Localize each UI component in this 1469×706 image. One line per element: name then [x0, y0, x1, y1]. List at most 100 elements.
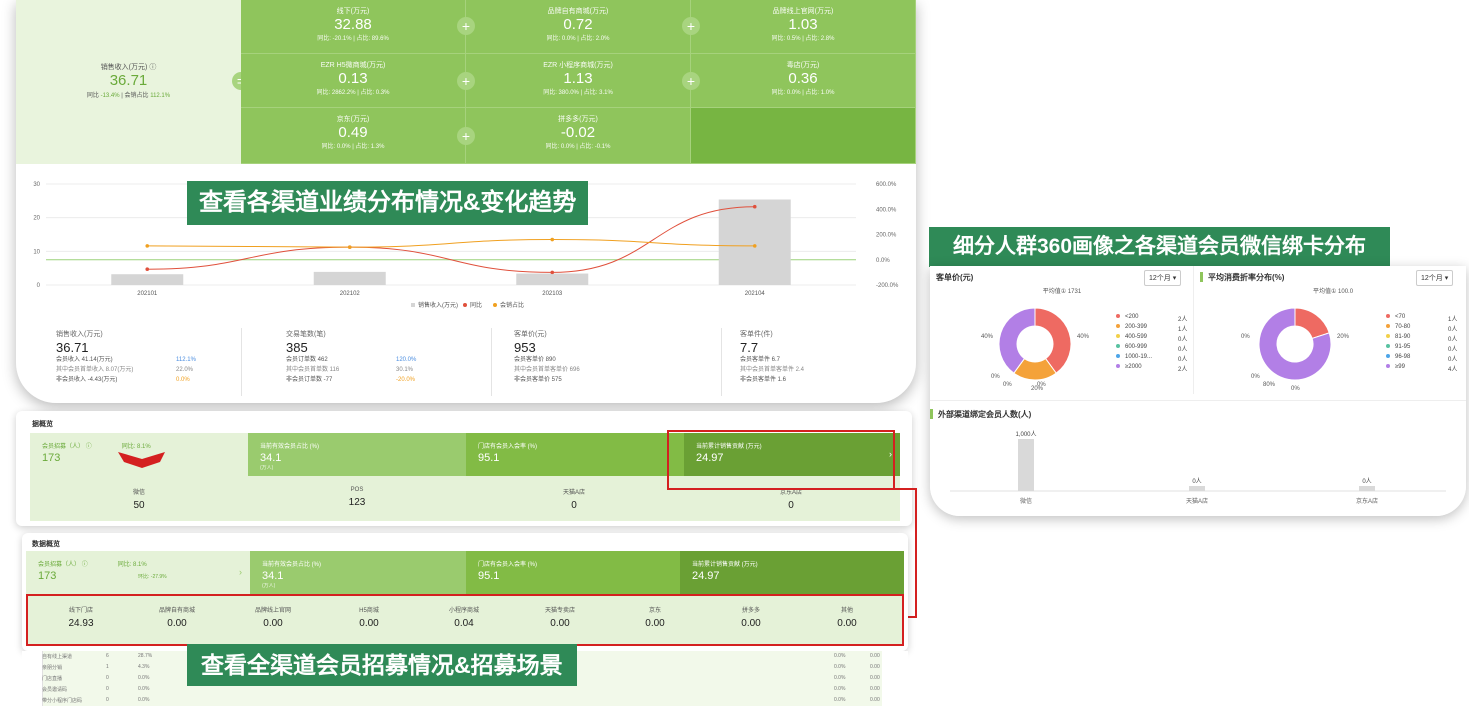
- legend-count: 2人: [1178, 317, 1188, 323]
- tile-extra: (万人): [262, 583, 276, 589]
- legend-dot: [1116, 344, 1120, 349]
- legend-label: 96-98: [1395, 354, 1411, 360]
- legend-item[interactable]: 1000-19... 0人: [1116, 354, 1206, 363]
- channel-value: 0.04: [454, 618, 474, 629]
- row-ratio: 0.0%: [834, 697, 846, 703]
- tile-value: 24.97: [692, 570, 720, 582]
- legend-count: 0人: [1448, 327, 1458, 333]
- channel-value: 0.00: [167, 618, 187, 629]
- row-ratio: 4.3%: [138, 664, 150, 670]
- tile-sales-contribution[interactable]: 当前累计销售贡献 (万元) 24.97: [680, 551, 904, 594]
- legend-label: 81-90: [1395, 334, 1411, 340]
- external-binding-card: 外部渠道绑定会员人数(人) 1,000人 微信 0人天猫A店 0人京东A店: [930, 400, 1466, 516]
- row-name: 亲朋分销: [42, 665, 63, 671]
- legend-item[interactable]: 91-95 0人: [1386, 344, 1466, 353]
- row-name: 门店直播: [42, 676, 63, 682]
- highlight-box: [667, 430, 895, 490]
- title-marker: [930, 409, 933, 419]
- bar-value-label: 0人: [1192, 478, 1201, 485]
- row-ratio: 0.0%: [138, 686, 150, 692]
- slice-label: 0%: [1037, 382, 1046, 388]
- legend-item[interactable]: <200 2人: [1116, 314, 1206, 323]
- legend-label: 70-80: [1395, 324, 1411, 330]
- channel-column: 京东 0.00: [610, 605, 700, 629]
- row-ratio: 0.0%: [834, 664, 846, 670]
- channel-label: 其他: [840, 608, 853, 614]
- legend-dot: [1116, 324, 1120, 329]
- legend-dot: [1116, 364, 1120, 369]
- row-count: 0: [106, 697, 109, 703]
- channel-label: 拼多多: [741, 608, 760, 614]
- channel-label: 品牌线上官网: [254, 608, 291, 614]
- channel-column: 其他 0.00: [802, 605, 892, 629]
- slice-label: 0%: [1003, 382, 1012, 388]
- channel-column: 品牌自有商城 0.00: [132, 605, 222, 629]
- channel-label: H5商城: [359, 608, 379, 614]
- tile-value: 34.1: [262, 570, 284, 582]
- tile-store-join-rate[interactable]: 门店有会员入会率 (%) 95.1: [466, 551, 680, 594]
- row-ratio: 0.0%: [834, 653, 846, 659]
- tile-title: 当前累计销售贡献 (万元): [692, 562, 758, 568]
- tile-extra: 环比: -27.9%: [138, 574, 167, 580]
- x-tick-label: 微信: [1020, 497, 1032, 505]
- x-tick-label: 京东A店: [1356, 497, 1378, 505]
- bar-value-label: 0人: [1362, 478, 1371, 485]
- legend-dot: [1386, 324, 1390, 329]
- channel-label: 小程序商城: [448, 608, 479, 614]
- legend-label: 200-399: [1125, 324, 1148, 330]
- legend-item[interactable]: 81-90 0人: [1386, 334, 1466, 343]
- table-row: 自有线上渠道 6 28.7% 0.0% 0.00: [42, 653, 880, 660]
- channel-value: 24.93: [68, 618, 94, 629]
- row-count: 6: [106, 653, 109, 659]
- channel-column: 品牌线上官网 0.00: [228, 605, 318, 629]
- slice-label: 0%: [1291, 386, 1300, 392]
- bar: [1359, 486, 1375, 491]
- legend-count: 0人: [1448, 347, 1458, 353]
- legend-label: 600-999: [1125, 344, 1148, 350]
- row-name: 自有线上渠道: [42, 654, 73, 660]
- channel-column: H5商城 0.00: [324, 605, 414, 629]
- legend-dot: [1386, 364, 1390, 369]
- legend-item[interactable]: <70 1人: [1386, 314, 1466, 323]
- legend-dot: [1386, 354, 1390, 359]
- table-row: 门店直播 0 0.0% 0.0% 0.00: [42, 675, 880, 682]
- channel-value: 0.00: [837, 618, 857, 629]
- slice-label: 0%: [1241, 334, 1250, 340]
- channel-label: 天猫专卖店: [544, 608, 575, 614]
- card-title: 外部渠道绑定会员人数(人): [938, 410, 1032, 419]
- period-select[interactable]: 12个月 ▾: [1144, 270, 1182, 286]
- period-select[interactable]: 12个月 ▾: [1416, 270, 1454, 286]
- legend-item[interactable]: 600-999 0人: [1116, 344, 1206, 353]
- legend-count: 4人: [1448, 367, 1458, 373]
- down-arrow-icon: [118, 452, 165, 468]
- chevron-right-icon[interactable]: ›: [239, 567, 242, 577]
- legend-count: 1人: [1178, 327, 1188, 333]
- legend-dot: [1386, 314, 1390, 319]
- x-tick-label: 天猫A店: [1186, 497, 1208, 505]
- tile-active-ratio[interactable]: 当前有效会员占比 (%) 34.1 (万人): [250, 551, 466, 594]
- legend-label: 1000-19...: [1125, 354, 1153, 360]
- channel-label: 线下门店: [68, 608, 93, 614]
- bar: [1189, 486, 1205, 491]
- legend-item[interactable]: ≥99 4人: [1386, 364, 1466, 373]
- row-ratio: 0.0%: [834, 686, 846, 692]
- legend-item[interactable]: 70-80 0人: [1386, 324, 1466, 333]
- row-ratio: 0.0%: [138, 675, 150, 681]
- legend-item[interactable]: 96-98 0人: [1386, 354, 1466, 363]
- legend-dot: [1116, 354, 1120, 359]
- legend-item[interactable]: 400-599 0人: [1116, 334, 1206, 343]
- tile-member-recruit[interactable]: 会员招募（人） ⓘ 同比: 8.1% 173 环比: -27.9% ›: [26, 551, 250, 594]
- row-amount: 0.00: [870, 697, 880, 703]
- row-ratio: 28.7%: [138, 653, 153, 659]
- legend-item[interactable]: 200-399 1人: [1116, 324, 1206, 333]
- row-amount: 0.00: [870, 686, 880, 692]
- legend-item[interactable]: ≥2000 2人: [1116, 364, 1206, 373]
- discount-pie: 20%0%0%0%80%: [1241, 307, 1350, 392]
- bar-value-label: 1,000人: [1015, 431, 1036, 438]
- slice-label: 0%: [1251, 374, 1260, 380]
- row-amount: 0.00: [870, 675, 880, 681]
- channel-value: 0.00: [359, 618, 379, 629]
- legend-dot: [1116, 314, 1120, 319]
- row-name: 会员邀请码: [42, 687, 68, 693]
- tile-extra: 同比: 8.1%: [117, 562, 147, 568]
